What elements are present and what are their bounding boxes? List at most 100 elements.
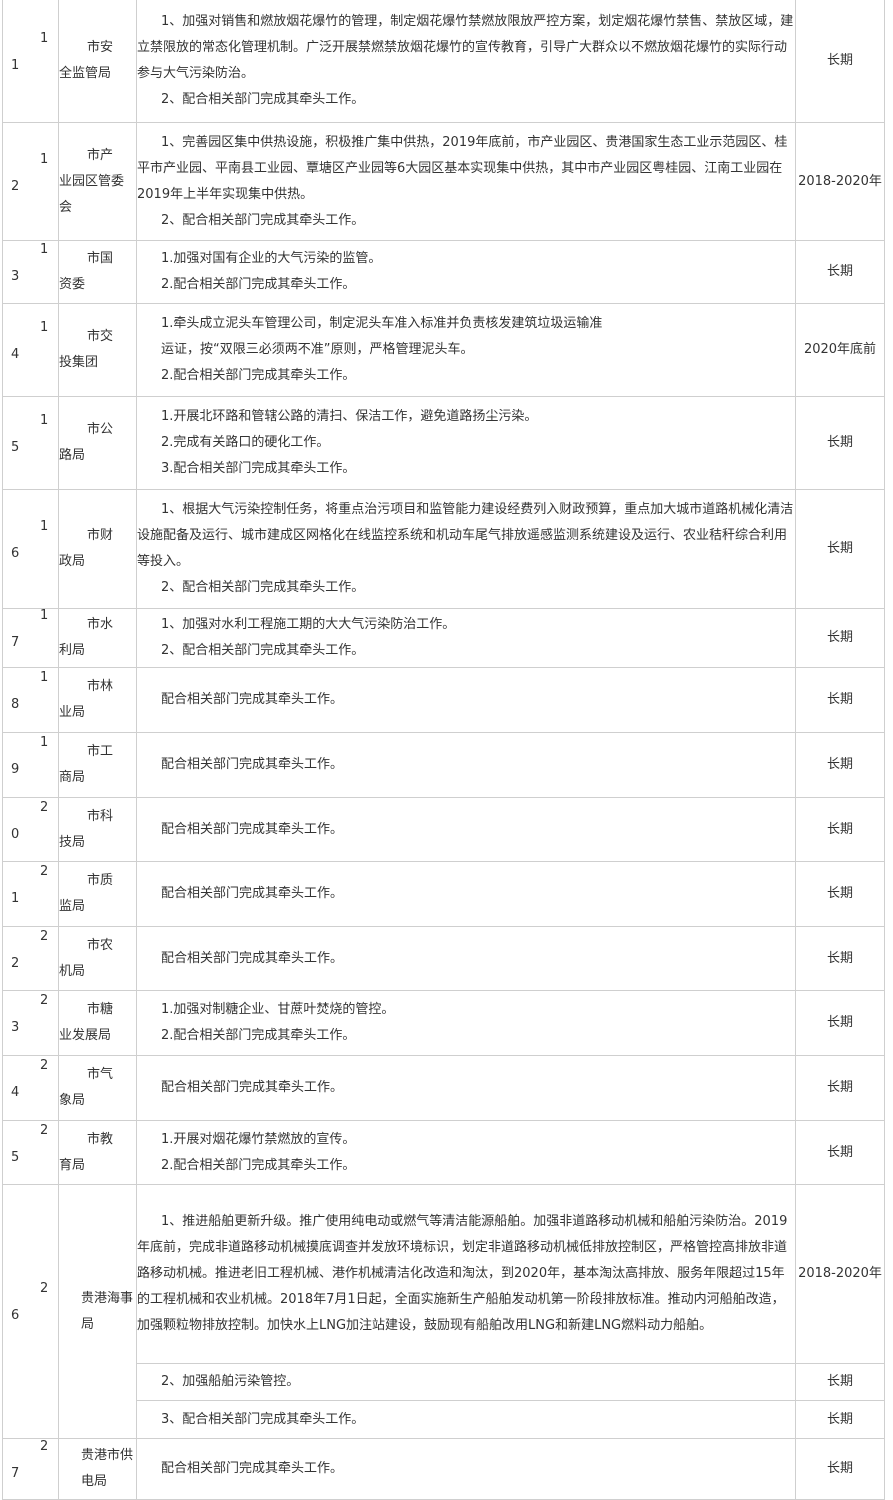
department-name-line-1: 市财	[87, 528, 114, 543]
task-cell: 3、配合相关部门完成其牵头工作。	[136, 1400, 796, 1439]
department-name-line-2: 育局	[59, 1157, 86, 1173]
task-item: 配合相关部门完成其牵头工作。	[161, 1080, 344, 1095]
row-number-digit-2: 7	[11, 635, 20, 650]
department-cell: 贵港市供电局	[58, 1438, 137, 1500]
term-cell: 2018-2020年	[795, 122, 885, 241]
row-number: 25	[2, 1120, 59, 1185]
row-number: 16	[2, 489, 59, 609]
row-number-digit-2: 1	[11, 58, 20, 73]
row-number: 26	[2, 1184, 59, 1439]
row-number-digit-2: 5	[11, 1150, 20, 1165]
term-cell: 长期	[795, 1400, 885, 1439]
term-cell: 2018-2020年	[795, 1184, 885, 1364]
row-number-digit-1: 2	[40, 800, 49, 815]
department-name-line-2: 利局	[59, 643, 86, 658]
row-number-digit-1: 1	[40, 735, 49, 750]
row-number: 11	[2, 0, 59, 123]
task-cell: 1、加强对销售和燃放烟花爆竹的管理，制定烟花爆竹禁燃放限放严控方案，划定烟花爆竹…	[136, 0, 796, 123]
department-name-line-1: 市农	[87, 937, 114, 953]
table-row: 1 7 市水 利局 1、加强对水利工程施工期的大大气污染防治工作。 2、配合相关部门完成其…	[2, 608, 885, 668]
task-item: 2、配合相关部门完成其牵头工作。	[161, 212, 365, 228]
row-number-digit-1: 2	[40, 993, 49, 1008]
row-number-digit-2: 8	[11, 697, 20, 712]
task-cell: 1.开展北环路和管辖公路的清扫、保洁工作，避免道路扬尘污染。 2.完成有关路口的硬…	[136, 396, 796, 490]
row-number-digit-2: 6	[11, 1308, 20, 1323]
term-cell: 长期	[795, 240, 885, 304]
department-name-line-2: 路局	[59, 448, 86, 463]
department-name-line-2: 全监管局	[59, 66, 112, 81]
task-item: 配合相关部门完成其牵头工作。	[161, 821, 344, 837]
department-cell: 市产 业园区管委会	[58, 122, 137, 241]
task-item: 2、配合相关部门完成其牵头工作。	[161, 92, 365, 107]
row-number-digit-2: 1	[11, 891, 20, 906]
department-name-line-1: 市公	[87, 422, 114, 437]
department-name-line-2: 监局	[59, 899, 86, 914]
table-row: 2 5 市教 育局 1.开展对烟花爆竹禁燃放的宣传。 2.配合相关部门完成其牵头工作。 长期	[2, 1120, 885, 1185]
row-number-digit-2: 3	[11, 1020, 20, 1035]
row-number: 17	[2, 608, 59, 668]
department-name-line-1: 市质	[87, 873, 114, 888]
task-item: 1、加强对水利工程施工期的大大气污染防治工作。	[161, 617, 456, 632]
responsibility-table: 1 1 市安 全监管局 1、加强对销售和燃放烟花爆竹的管理，制定烟花爆竹禁燃放限放严控方…	[2, 0, 885, 1500]
department-name-line-1: 市交	[87, 329, 114, 344]
task-item: 1、加强对销售和燃放烟花爆竹的管理，制定烟花爆竹禁燃放限放严控方案，划定烟花爆竹…	[137, 14, 794, 81]
task-cell: 1.牵头成立泥头车管理公司，制定泥头车准入标准并负责核发建筑垃圾运输准 运证，按“…	[136, 303, 796, 397]
task-item: 1.开展对烟花爆竹禁燃放的宣传。	[161, 1131, 356, 1147]
task-item: 2.完成有关路口的硬化工作。	[161, 435, 330, 450]
task-cell: 配合相关部门完成其牵头工作。	[136, 732, 796, 798]
department-cell: 市糖 业发展局	[58, 990, 137, 1056]
row-number-digit-2: 2	[11, 956, 20, 971]
term-cell: 2020年底前	[795, 303, 885, 397]
task-item: 1.开展北环路和管辖公路的清扫、保洁工作，避免道路扬尘污染。	[161, 409, 538, 424]
department-cell: 市气 象局	[58, 1055, 137, 1121]
task-item: 1.加强对国有企业的大气污染的监管。	[161, 251, 382, 266]
table-row: 1 1 市安 全监管局 1、加强对销售和燃放烟花爆竹的管理，制定烟花爆竹禁燃放限放严控方…	[2, 0, 885, 123]
row-number-digit-1: 2	[40, 1281, 49, 1296]
row-number-digit-2: 4	[11, 347, 20, 362]
row-number-digit-1: 1	[40, 242, 49, 257]
task-cell: 配合相关部门完成其牵头工作。	[136, 861, 796, 927]
task-item: 3、配合相关部门完成其牵头工作。	[161, 1411, 365, 1427]
department-name-line-2: 投集团	[59, 355, 99, 370]
row-number-digit-2: 2	[11, 179, 20, 194]
department-name-line-2: 技局	[59, 834, 86, 850]
term-cell: 长期	[795, 1120, 885, 1185]
department-name-line-1: 市林	[87, 679, 114, 694]
department-name-line-1: 市教	[87, 1131, 114, 1147]
table-row: 1 4 市交 投集团 1.牵头成立泥头车管理公司，制定泥头车准入标准并负责核发建筑垃圾运…	[2, 303, 885, 397]
task-item: 配合相关部门完成其牵头工作。	[161, 692, 344, 707]
row-number-digit-2: 0	[11, 827, 20, 842]
table-row: 2 0 市科 技局 配合相关部门完成其牵头工作。 长期	[2, 797, 885, 862]
term-cell: 长期	[795, 608, 885, 668]
department-cell: 市安 全监管局	[58, 0, 137, 123]
task-item: 2.配合相关部门完成其牵头工作。	[161, 368, 356, 383]
task-cell: 配合相关部门完成其牵头工作。	[136, 667, 796, 733]
department-name-line-1: 市水	[87, 617, 114, 632]
task-item: 1.牵头成立泥头车管理公司，制定泥头车准入标准并负责核发建筑垃圾运输准	[161, 316, 603, 331]
department-name-line-1: 市科	[87, 808, 114, 824]
row-number-digit-2: 4	[11, 1085, 20, 1100]
department-cell: 市科 技局	[58, 797, 137, 862]
department-cell: 市国 资委	[58, 240, 137, 304]
task-item: 配合相关部门完成其牵头工作。	[161, 757, 344, 772]
task-item: 2.配合相关部门完成其牵头工作。	[161, 1028, 356, 1043]
task-cell: 1、加强对水利工程施工期的大大气污染防治工作。 2、配合相关部门完成其牵头工作。	[136, 608, 796, 668]
row-number: 23	[2, 990, 59, 1056]
task-item: 2、加强船舶污染管控。	[161, 1374, 300, 1389]
task-item: 1、完善园区集中供热设施，积极推广集中供热，2019年底前，市产业园区、贵港国家…	[137, 134, 788, 202]
department-name: 贵港海事局	[81, 1290, 134, 1332]
row-number: 19	[2, 732, 59, 798]
term-cell: 长期	[795, 1055, 885, 1121]
table-row: 1 8 市林 业局 配合相关部门完成其牵头工作。 长期	[2, 667, 885, 733]
table-row: 1 6 市财 政局 1、根据大气污染控制任务，将重点治污项目和监管能力建设经费列入财政预…	[2, 489, 885, 609]
department-name-line-1: 市国	[87, 251, 114, 266]
row-number-digit-1: 2	[40, 1058, 49, 1073]
row-number: 20	[2, 797, 59, 862]
row-number-digit-2: 3	[11, 269, 20, 284]
task-cell: 1、根据大气污染控制任务，将重点治污项目和监管能力建设经费列入财政预算，重点加大…	[136, 489, 796, 609]
task-item: 2.配合相关部门完成其牵头工作。	[161, 277, 356, 292]
row-number-digit-1: 1	[40, 31, 49, 46]
department-cell: 市财 政局	[58, 489, 137, 609]
term-cell: 长期	[795, 489, 885, 609]
table-row: 2 7 贵港市供电局 配合相关部门完成其牵头工作。 长期	[2, 1438, 885, 1500]
